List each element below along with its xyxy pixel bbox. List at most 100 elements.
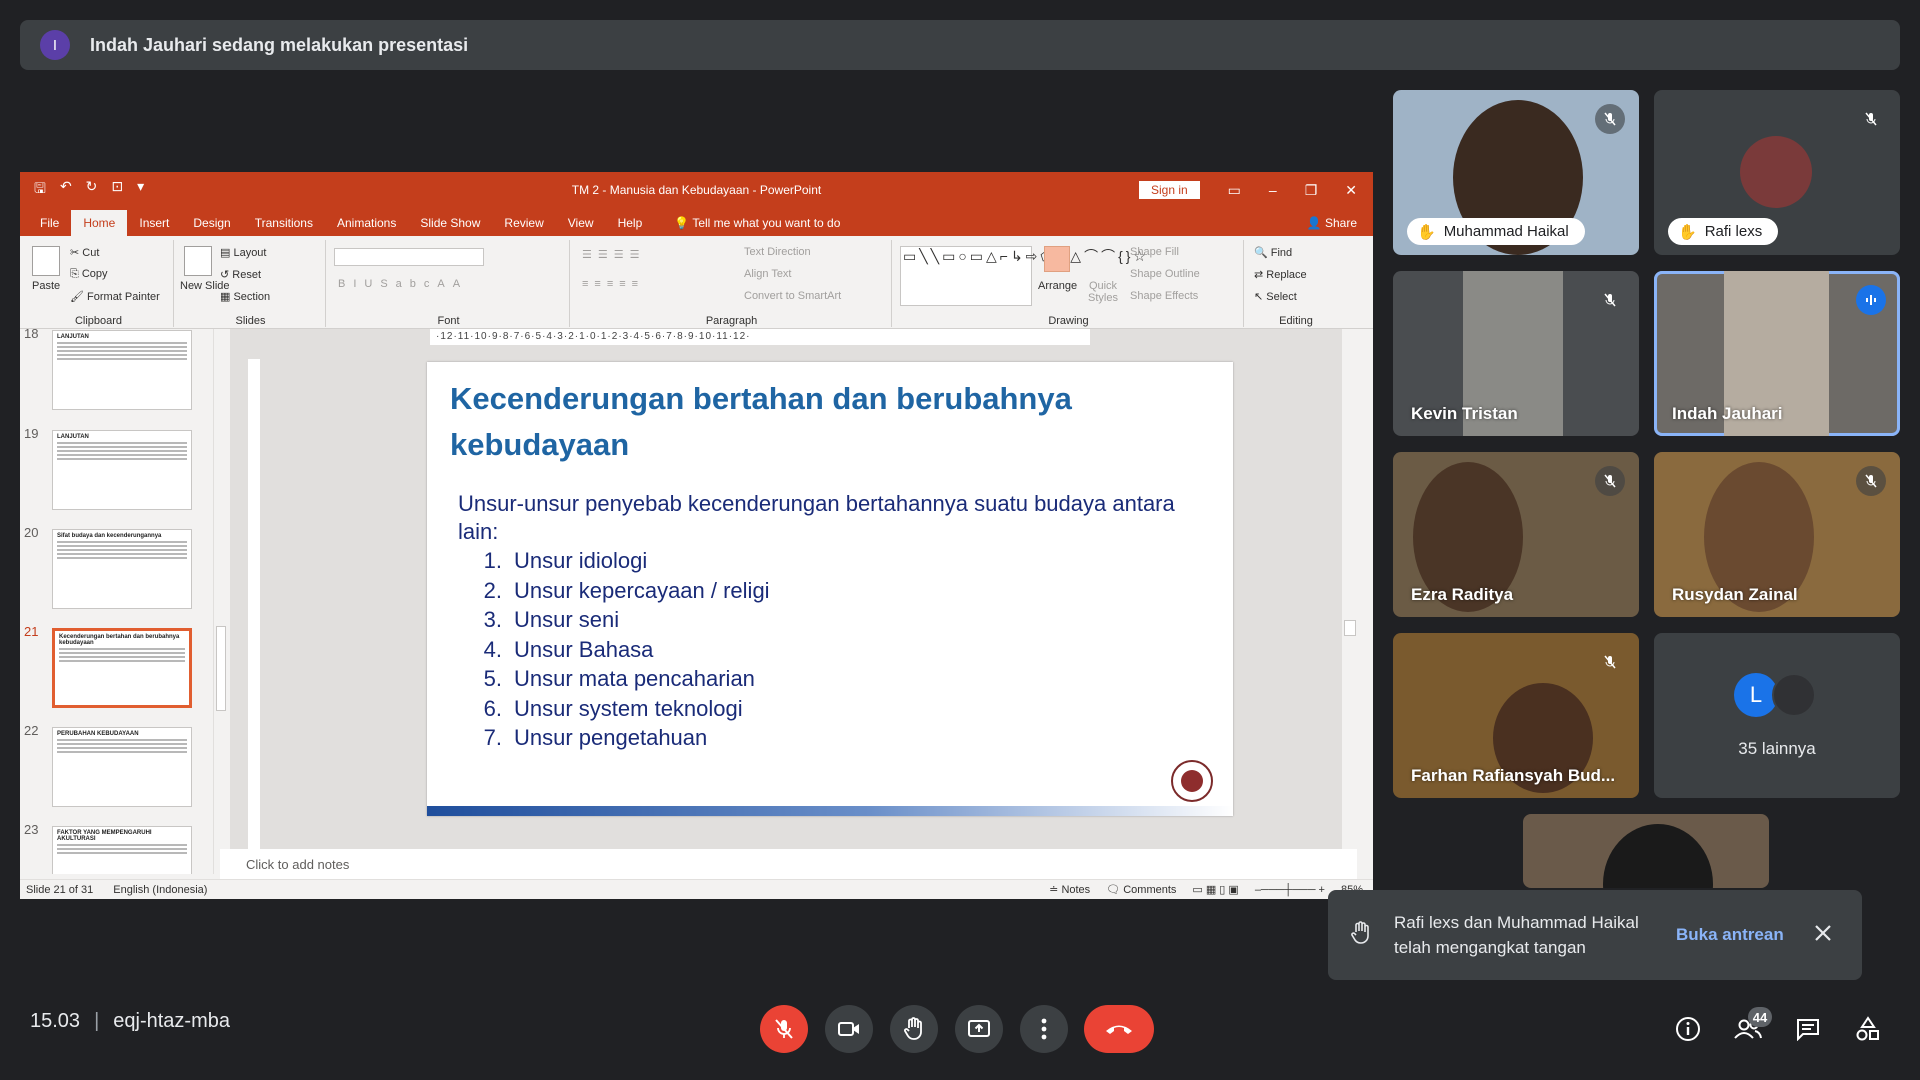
- customize-icon[interactable]: ▾: [137, 178, 144, 202]
- slide-body[interactable]: Unsur-unsur penyebab kecenderungan berta…: [458, 490, 1198, 753]
- present-screen-button[interactable]: [955, 1005, 1003, 1053]
- participant-tile[interactable]: Farhan Rafiansyah Bud...: [1393, 633, 1639, 798]
- find-button[interactable]: 🔍 Find: [1254, 246, 1292, 259]
- thumbnail-row[interactable]: 23 FAKTOR YANG MEMPENGARUHI AKULTURASI: [20, 822, 215, 874]
- slide-thumbnail[interactable]: LANJUTAN: [52, 330, 192, 410]
- restore-icon[interactable]: ❐: [1305, 182, 1318, 199]
- tab-home[interactable]: Home: [71, 210, 127, 236]
- ribbon-display-icon[interactable]: ▭: [1228, 182, 1241, 199]
- present-icon[interactable]: ⊡: [111, 178, 123, 202]
- save-icon[interactable]: 🖫: [34, 178, 46, 202]
- raised-hands-toast: Rafi lexs dan Muhammad Haikal telah meng…: [1328, 890, 1862, 980]
- layout-button[interactable]: ▤ Layout: [220, 246, 266, 259]
- paragraph-label: Paragraph: [572, 315, 891, 327]
- thumbnail-row[interactable]: 18 LANJUTAN: [20, 329, 215, 406]
- notes-pane[interactable]: Click to add notes: [220, 849, 1357, 879]
- people-button[interactable]: 44: [1724, 1005, 1772, 1053]
- notes-toggle[interactable]: ≐ Notes: [1049, 883, 1090, 896]
- convert-smartart-button[interactable]: Convert to SmartArt: [744, 290, 841, 302]
- slide-thumbnail[interactable]: LANJUTAN: [52, 430, 192, 510]
- paste-icon[interactable]: [32, 246, 60, 276]
- slide-thumbnail-active[interactable]: Kecenderungan bertahan dan berubahnya ke…: [52, 628, 192, 708]
- participant-tile[interactable]: Ezra Raditya: [1393, 452, 1639, 617]
- participant-tile[interactable]: ✋Rafi lexs: [1654, 90, 1900, 255]
- zoom-slider[interactable]: –───┼─── +: [1255, 884, 1325, 896]
- participant-tile-partial[interactable]: [1523, 814, 1769, 888]
- slide-canvas[interactable]: ·12·11·10·9·8·7·6·5·4·3·2·1·0·1·2·3·4·5·…: [230, 329, 1357, 849]
- replace-button[interactable]: ⇄ Replace: [1254, 268, 1307, 281]
- share-button[interactable]: 👤 Share: [1307, 210, 1373, 236]
- new-slide-icon[interactable]: [184, 246, 212, 276]
- slide[interactable]: Kecenderungan bertahan dan berubahnya ke…: [427, 362, 1233, 816]
- language-indicator[interactable]: English (Indonesia): [113, 884, 207, 896]
- participant-tile[interactable]: ✋Muhammad Haikal: [1393, 90, 1639, 255]
- tab-design[interactable]: Design: [181, 210, 242, 236]
- reset-button[interactable]: ↺ Reset: [220, 268, 261, 281]
- shapes-gallery[interactable]: ▭╲╲▭○▭△⌐↳⇨⬠⇩△⌒⌒{}☆: [900, 246, 1032, 306]
- slide-scroll-thumb[interactable]: [1344, 620, 1356, 636]
- shape-fill-button[interactable]: Shape Fill: [1130, 246, 1179, 258]
- tell-me-search[interactable]: 💡 Tell me what you want to do: [664, 210, 850, 236]
- tab-help[interactable]: Help: [606, 210, 655, 236]
- camera-toggle-button[interactable]: [825, 1005, 873, 1053]
- font-format-buttons[interactable]: BIUSabcAA: [338, 278, 468, 290]
- cut-button[interactable]: ✂ Cut: [70, 246, 99, 259]
- arrange-button[interactable]: Arrange: [1038, 280, 1077, 292]
- slide-thumbnails-pane[interactable]: 18 LANJUTAN 19 LANJUTAN 20 Sifat budaya …: [20, 329, 215, 874]
- leave-call-button[interactable]: [1084, 1005, 1154, 1053]
- open-queue-button[interactable]: Buka antrean: [1676, 925, 1784, 945]
- thumbnail-row[interactable]: 20 Sifat budaya dan kecenderungannya: [20, 525, 215, 605]
- font-name-box[interactable]: [334, 248, 484, 266]
- align-text-button[interactable]: Align Text: [744, 268, 792, 280]
- tab-file[interactable]: File: [28, 210, 71, 236]
- slide-thumbnail[interactable]: FAKTOR YANG MEMPENGARUHI AKULTURASI: [52, 826, 192, 874]
- shape-outline-button[interactable]: Shape Outline: [1130, 268, 1200, 280]
- raise-hand-button[interactable]: [890, 1005, 938, 1053]
- minimize-icon[interactable]: –: [1269, 182, 1277, 198]
- quick-styles-button[interactable]: Quick Styles: [1088, 280, 1118, 304]
- undo-icon[interactable]: ↶: [60, 178, 72, 202]
- arrange-icon[interactable]: [1044, 246, 1070, 272]
- slide-scrollbar[interactable]: [1341, 329, 1357, 849]
- shape-effects-button[interactable]: Shape Effects: [1130, 290, 1198, 302]
- thumbnail-row[interactable]: 19 LANJUTAN: [20, 426, 215, 506]
- tab-insert[interactable]: Insert: [127, 210, 181, 236]
- close-icon[interactable]: ✕: [1345, 182, 1357, 199]
- thumbnails-scroll-thumb[interactable]: [216, 626, 226, 711]
- tab-view[interactable]: View: [556, 210, 606, 236]
- thumbnail-row-active[interactable]: 21 Kecenderungan bertahan dan berubahnya…: [20, 624, 215, 704]
- thumbnails-scrollbar[interactable]: [213, 329, 227, 874]
- thumbnail-row[interactable]: 22 PERUBAHAN KEBUDAYAAN: [20, 723, 215, 803]
- activities-button[interactable]: [1844, 1005, 1892, 1053]
- sign-in-button[interactable]: Sign in: [1139, 181, 1200, 199]
- copy-button[interactable]: ⎘ Copy: [70, 268, 108, 281]
- more-options-button[interactable]: [1020, 1005, 1068, 1053]
- meeting-details-button[interactable]: [1664, 1005, 1712, 1053]
- list-item: 1.Unsur idiologi: [470, 546, 1198, 576]
- select-button[interactable]: ↖ Select: [1254, 290, 1297, 303]
- comments-toggle[interactable]: 🗨 Comments: [1106, 883, 1176, 896]
- chat-button[interactable]: [1784, 1005, 1832, 1053]
- section-button[interactable]: ▦ Section: [220, 290, 270, 303]
- tab-animations[interactable]: Animations: [325, 210, 408, 236]
- view-buttons[interactable]: ▭ ▦ ▯ ▣: [1192, 883, 1238, 896]
- redo-icon[interactable]: ↻: [86, 178, 98, 202]
- others-tile[interactable]: L 35 lainnya: [1654, 633, 1900, 798]
- align-buttons[interactable]: ≡≡≡≡≡: [582, 278, 644, 290]
- close-icon[interactable]: [1814, 924, 1832, 947]
- text-direction-button[interactable]: Text Direction: [744, 246, 811, 258]
- slide-title[interactable]: Kecenderungan bertahan dan berubahnya ke…: [450, 376, 1150, 468]
- slide-thumbnail[interactable]: Sifat budaya dan kecenderungannya: [52, 529, 192, 609]
- slide-thumbnail[interactable]: PERUBAHAN KEBUDAYAAN: [52, 727, 192, 807]
- tab-review[interactable]: Review: [492, 210, 555, 236]
- tab-slide-show[interactable]: Slide Show: [408, 210, 492, 236]
- participant-tile[interactable]: Rusydan Zainal: [1654, 452, 1900, 617]
- paste-button[interactable]: Paste: [32, 280, 60, 292]
- format-painter-button[interactable]: 🖌 Format Painter: [70, 290, 160, 303]
- group-paragraph: ☰☰☰☰ ≡≡≡≡≡ Text Direction Align Text Con…: [572, 240, 892, 327]
- tab-transitions[interactable]: Transitions: [243, 210, 325, 236]
- mic-toggle-button[interactable]: [760, 1005, 808, 1053]
- participant-tile-speaking[interactable]: Indah Jauhari: [1654, 271, 1900, 436]
- participant-tile[interactable]: Kevin Tristan: [1393, 271, 1639, 436]
- list-buttons[interactable]: ☰☰☰☰: [582, 248, 645, 261]
